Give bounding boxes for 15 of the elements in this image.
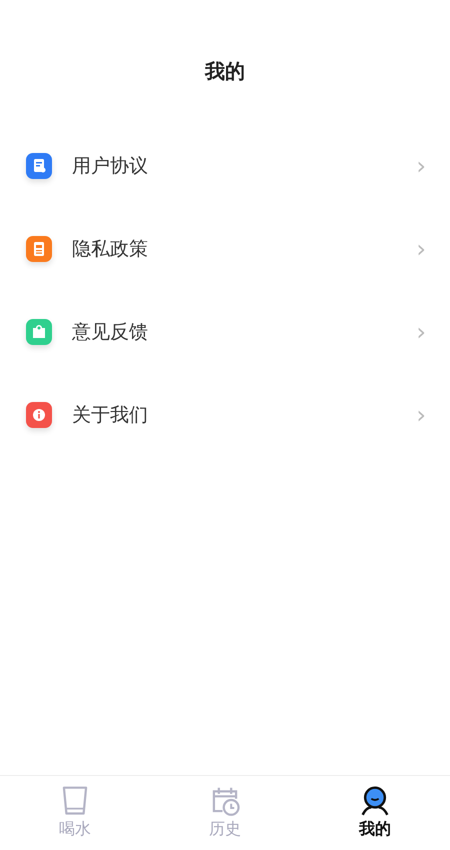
chevron-icon: › <box>416 400 426 428</box>
menu-item[interactable]: 隐私政策 › <box>0 207 450 290</box>
menu-label: 意见反馈 <box>72 320 149 344</box>
menu-item[interactable]: 用户协议 › <box>0 124 450 207</box>
chevron-icon: › <box>416 234 426 262</box>
tab[interactable]: 我的 <box>300 784 450 840</box>
page-title: 我的 <box>205 58 245 85</box>
person-icon <box>359 784 391 816</box>
menu-item[interactable]: 关于我们 › <box>0 373 450 456</box>
chevron-icon: › <box>416 318 426 346</box>
chevron-icon: › <box>416 152 426 180</box>
menu-label: 关于我们 <box>72 402 149 428</box>
menu-item[interactable]: 意见反馈 › <box>0 290 450 373</box>
menu-label: 隐私政策 <box>72 236 149 262</box>
menu-label: 用户协议 <box>72 154 149 178</box>
